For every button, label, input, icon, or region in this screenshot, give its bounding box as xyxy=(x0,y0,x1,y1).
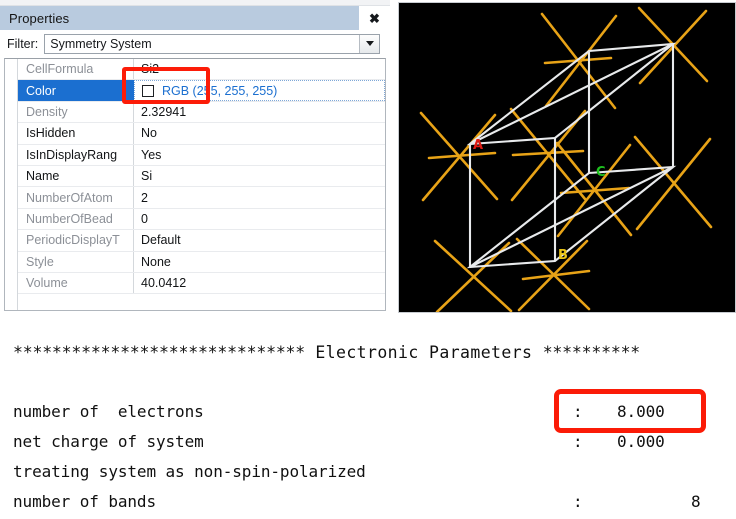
property-name: IsHidden xyxy=(18,123,134,144)
filter-selected-value: Symmetry System xyxy=(50,36,152,51)
colon-4: : xyxy=(573,492,583,511)
properties-panel: Properties ✖ Filter: Symmetry System Cel… xyxy=(0,6,390,315)
console-line-netcharge-value: : 0.000 xyxy=(573,432,665,451)
property-value-text: RGB (255, 255, 255) xyxy=(162,83,278,98)
console-line-netcharge-label: net charge of system xyxy=(13,432,204,451)
atom-bond-group xyxy=(419,6,713,312)
axis-label-b: B xyxy=(558,248,568,263)
value-bands: 8 xyxy=(691,492,701,511)
console-line-electrons-value: : 8.000 xyxy=(573,402,665,421)
properties-grid-body: CellFormula Si2 Color RGB (255, 255, 255) De… xyxy=(17,59,385,310)
console-line-bands-label: number of bands xyxy=(13,492,156,511)
chevron-down-icon[interactable] xyxy=(359,34,379,53)
value-electrons: 8.000 xyxy=(617,402,665,421)
table-row[interactable]: NumberOfBead 0 xyxy=(18,208,385,231)
property-value[interactable]: 2.32941 xyxy=(134,102,385,122)
properties-panel-header: Properties ✖ xyxy=(0,6,390,30)
console-output: ****************************** Electroni… xyxy=(0,330,736,519)
property-name: Name xyxy=(18,165,134,187)
property-value[interactable]: Si xyxy=(134,166,385,186)
property-name: NumberOfAtom xyxy=(18,187,134,208)
console-line-spin-label: treating system as non-spin-polarized xyxy=(13,462,366,481)
console-line-electrons-label: number of electrons xyxy=(13,402,204,421)
panel-title: Properties xyxy=(9,10,70,26)
color-swatch-icon[interactable] xyxy=(142,84,154,97)
table-row[interactable]: NumberOfAtom 2 xyxy=(18,187,385,209)
filter-row: Filter: Symmetry System xyxy=(0,30,390,57)
console-header-stars-left: ****************************** xyxy=(13,343,306,362)
property-name: CellFormula xyxy=(18,59,134,80)
property-value[interactable]: None xyxy=(134,252,385,272)
console-header-title: Electronic Parameters xyxy=(305,343,543,362)
table-row[interactable]: Volume 40.0412 xyxy=(18,272,385,295)
value-netcharge: 0.000 xyxy=(617,432,665,451)
property-value[interactable]: 2 xyxy=(134,187,385,207)
property-name: IsInDisplayRang xyxy=(18,144,134,165)
close-icon[interactable]: ✖ xyxy=(364,7,386,29)
filter-label: Filter: xyxy=(7,36,39,51)
table-row[interactable]: Color RGB (255, 255, 255) xyxy=(18,80,385,102)
table-row[interactable]: Name Si xyxy=(18,165,385,188)
axis-label-c: C xyxy=(596,165,606,180)
property-value[interactable]: 40.0412 xyxy=(134,273,385,293)
console-header-stars-right: ********** xyxy=(542,343,641,362)
crystal-structure-svg: A B C xyxy=(419,6,713,312)
colon-1: : xyxy=(573,402,583,421)
filter-combobox[interactable]: Symmetry System xyxy=(44,33,380,54)
property-value[interactable]: Si2 xyxy=(134,59,385,79)
property-value[interactable]: Yes xyxy=(134,145,385,165)
properties-grid[interactable]: CellFormula Si2 Color RGB (255, 255, 255) De… xyxy=(4,58,386,311)
table-row[interactable]: IsHidden No xyxy=(18,123,385,145)
property-value[interactable]: No xyxy=(134,123,385,143)
panel-header-tail: ✖ xyxy=(359,6,390,30)
table-row[interactable]: PeriodicDisplayT Default xyxy=(18,230,385,252)
table-row[interactable]: IsInDisplayRang Yes xyxy=(18,144,385,166)
table-row[interactable]: Density 2.32941 xyxy=(18,101,385,124)
property-value[interactable]: RGB (255, 255, 255) xyxy=(134,80,385,101)
property-name: Style xyxy=(18,251,134,272)
property-name: Density xyxy=(18,101,134,123)
colon-2: : xyxy=(573,432,583,451)
crystal-structure-viewer[interactable]: A B C xyxy=(398,2,736,313)
console-line-bands-value: :8 xyxy=(573,492,701,511)
property-name: Color xyxy=(18,80,134,101)
axis-label-a: A xyxy=(473,138,483,153)
unit-cell-edges xyxy=(466,42,677,269)
property-name: PeriodicDisplayT xyxy=(18,230,134,251)
console-header: ****************************** Electroni… xyxy=(13,343,736,362)
property-name: Volume xyxy=(18,272,134,294)
property-value[interactable]: Default xyxy=(134,230,385,250)
property-value[interactable]: 0 xyxy=(134,209,385,229)
table-row[interactable]: CellFormula Si2 xyxy=(18,59,385,81)
table-row[interactable]: Style None xyxy=(18,251,385,273)
property-name: NumberOfBead xyxy=(18,208,134,230)
